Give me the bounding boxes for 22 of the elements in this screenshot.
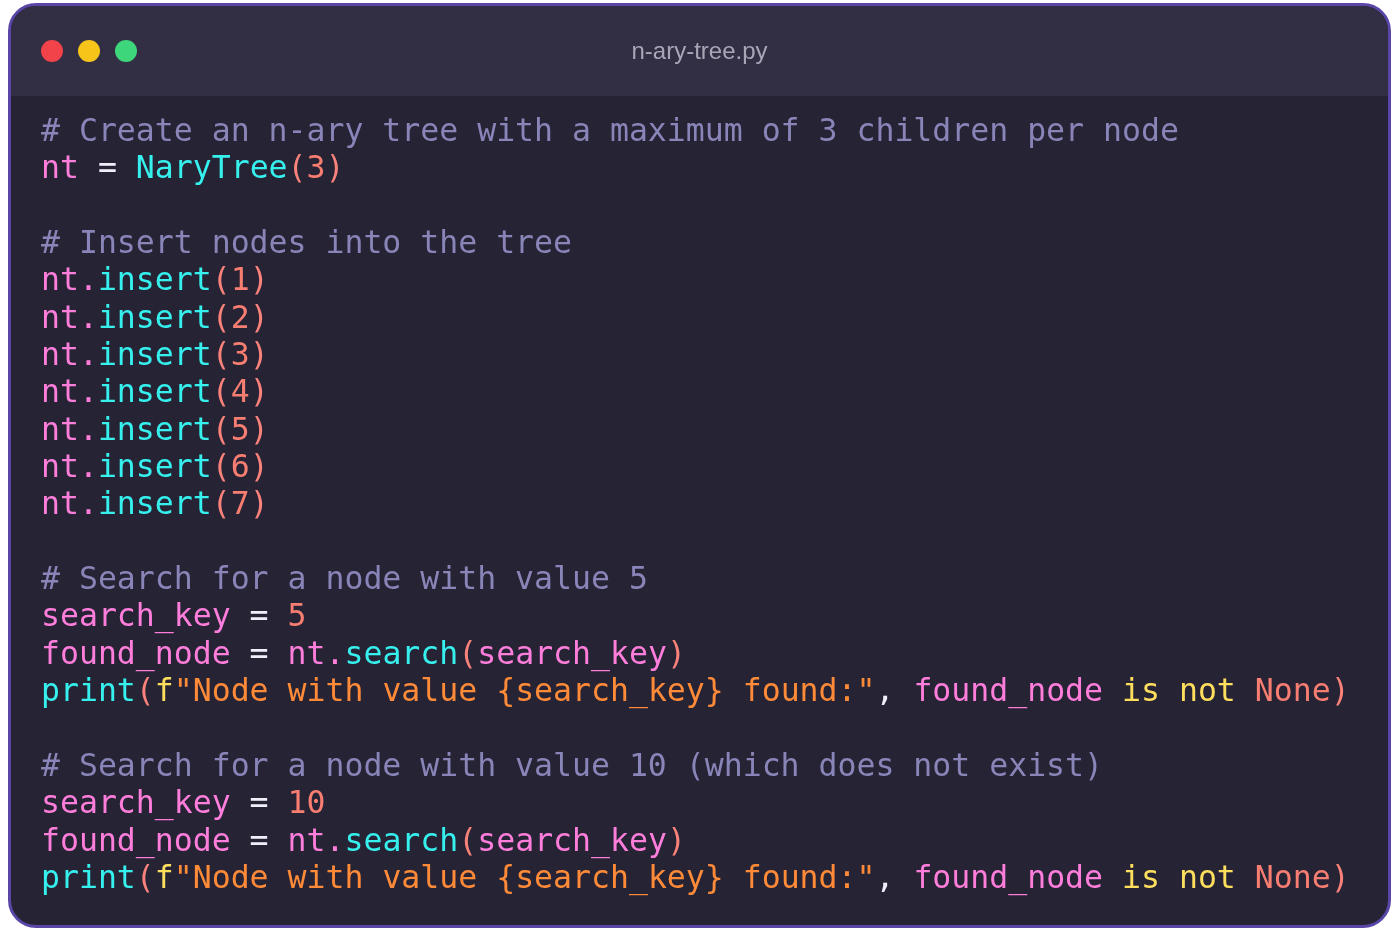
code-line: nt.insert(6): [41, 448, 269, 486]
code-line: # Search for a node with value 5: [41, 560, 648, 598]
code-line: found_node = nt.search(search_key): [41, 821, 686, 859]
code-line: found_node = nt.search(search_key): [41, 634, 686, 673]
code-line: nt.insert(1): [41, 261, 269, 299]
code-line: search_key = 5: [41, 597, 307, 635]
code-line: # Search for a node with value 10 (which does not exist): [41, 746, 1104, 785]
code-line: # Create an n-ary tree with a maximum of 3 children per node: [41, 112, 1179, 150]
window-title: n-ary-tree.py: [631, 36, 768, 66]
minimize-button[interactable]: [78, 40, 100, 62]
code-line: nt.insert(2): [41, 298, 269, 337]
code-line: print(f"Node with value {search_key} found:", found_node is not None): [41, 672, 1350, 710]
code-line: nt.insert(7): [41, 485, 269, 523]
maximize-button[interactable]: [115, 40, 137, 62]
code-line: nt.insert(4): [41, 373, 269, 411]
code-line: nt = NaryTree(3): [41, 149, 345, 187]
code-line: search_key = 10: [41, 784, 326, 822]
code-line: nt.insert(5): [41, 410, 269, 449]
close-button[interactable]: [41, 40, 63, 62]
code-line: print(f"Node with value {search_key} found:", found_node is not None): [41, 858, 1350, 897]
code-line: # Insert nodes into the tree: [41, 224, 572, 262]
code-line: nt.insert(3): [41, 336, 269, 374]
